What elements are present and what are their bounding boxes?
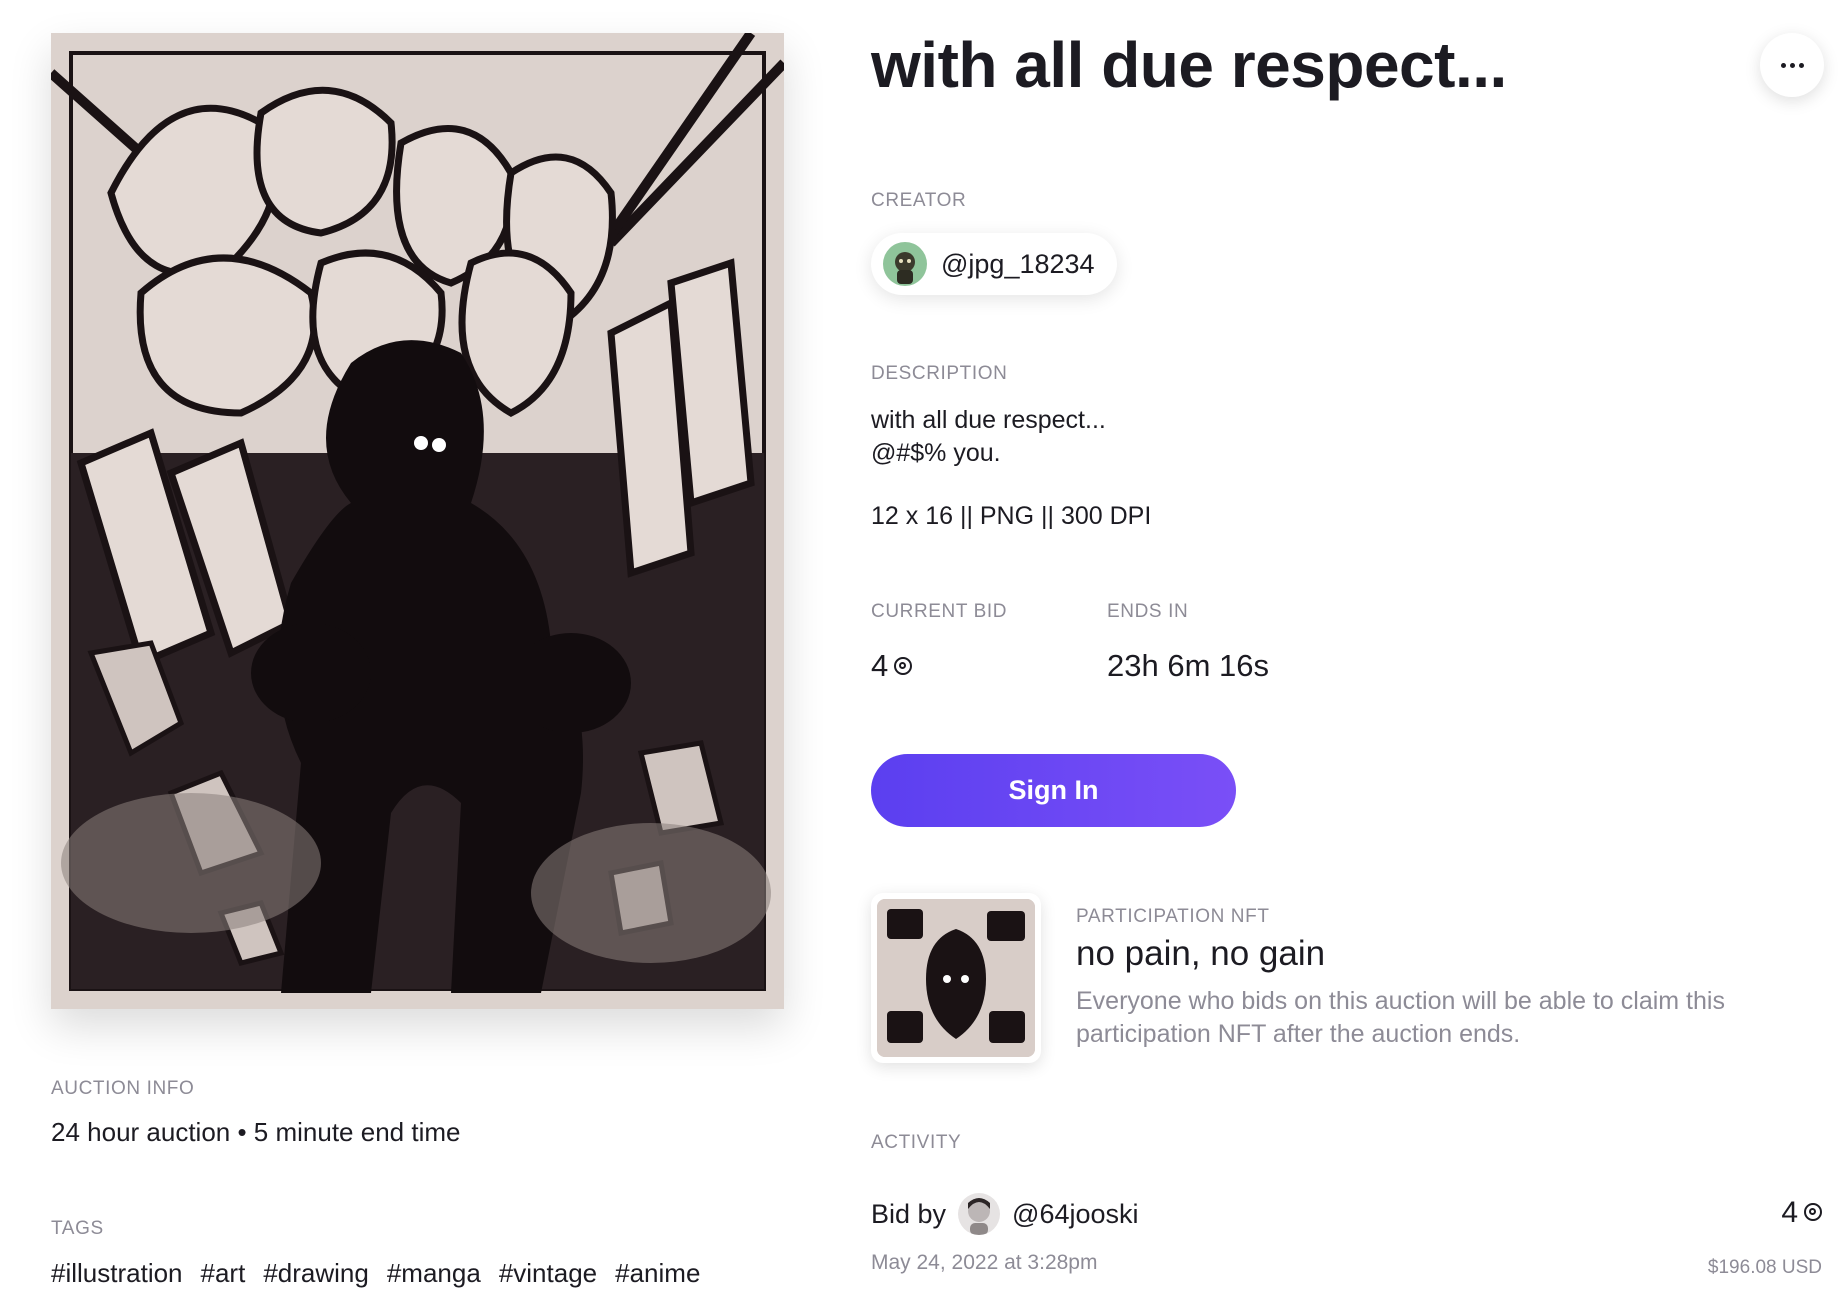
bid-prefix: Bid by: [871, 1198, 947, 1229]
tag-drawing[interactable]: #drawing: [263, 1258, 369, 1289]
auction-info-text: 24 hour auction • 5 minute end time: [51, 1117, 461, 1147]
creator-label: CREATOR: [871, 190, 967, 211]
tag-list: #illustration #art #drawing #manga #vint…: [51, 1258, 700, 1289]
bid-usd-value: $196.08 USD: [1707, 1257, 1822, 1278]
activity-label: ACTIVITY: [871, 1132, 962, 1153]
description-line: @#$% you.: [871, 439, 1001, 467]
participation-nft-thumbnail[interactable]: [871, 893, 1041, 1063]
participation-nft-description: Everyone who bids on this auction will b…: [1076, 987, 1725, 1048]
bidder-avatar[interactable]: [958, 1193, 1001, 1235]
auction-info-label: AUCTION INFO: [51, 1078, 195, 1099]
creator-avatar: [883, 242, 927, 286]
ends-in-label: ENDS IN: [1107, 601, 1189, 622]
tag-manga[interactable]: #manga: [387, 1258, 481, 1289]
tags-label: TAGS: [51, 1218, 104, 1239]
participation-nft-title: no pain, no gain: [1076, 934, 1326, 973]
tag-vintage[interactable]: #vintage: [499, 1258, 597, 1289]
bid-date: May 24, 2022 at 3:28pm: [871, 1251, 1098, 1274]
eth-circle-icon: [894, 656, 913, 675]
current-bid-label: CURRENT BID: [871, 601, 1008, 622]
tag-art[interactable]: #art: [201, 1258, 246, 1289]
description-text: with all due respect... @#$% you. 12 x 1…: [871, 404, 1151, 533]
description-line: 12 x 16 || PNG || 300 DPI: [871, 502, 1152, 530]
description-line: with all due respect...: [871, 406, 1106, 434]
creator-handle: @jpg_18234: [941, 248, 1095, 279]
activity-item: Bid by @64jooski: [871, 1193, 1139, 1235]
bid-amount-value: 4: [1781, 1196, 1798, 1229]
current-bid-value: 4: [871, 648, 913, 684]
eth-circle-icon: [1804, 1203, 1822, 1222]
artwork-illustration: [51, 33, 784, 1009]
artwork-title: with all due respect...: [871, 29, 1507, 101]
participation-nft-label: PARTICIPATION NFT: [1076, 906, 1270, 927]
tag-illustration[interactable]: #illustration: [51, 1258, 183, 1289]
more-options-button[interactable]: [1760, 33, 1824, 97]
ends-in-value: 23h 6m 16s: [1107, 648, 1269, 683]
more-horizontal-icon: [1780, 62, 1804, 68]
sign-in-button[interactable]: Sign In: [871, 754, 1236, 827]
bid-amount: 4: [1781, 1196, 1822, 1230]
creator-pill[interactable]: @jpg_18234: [871, 233, 1117, 295]
tag-anime[interactable]: #anime: [615, 1258, 700, 1289]
bidder-handle[interactable]: @64jooski: [1012, 1199, 1138, 1230]
current-bid-amount: 4: [871, 648, 889, 683]
participation-nft-image: [877, 899, 1035, 1057]
artwork-image[interactable]: [51, 33, 784, 1009]
description-label: DESCRIPTION: [871, 363, 1008, 384]
